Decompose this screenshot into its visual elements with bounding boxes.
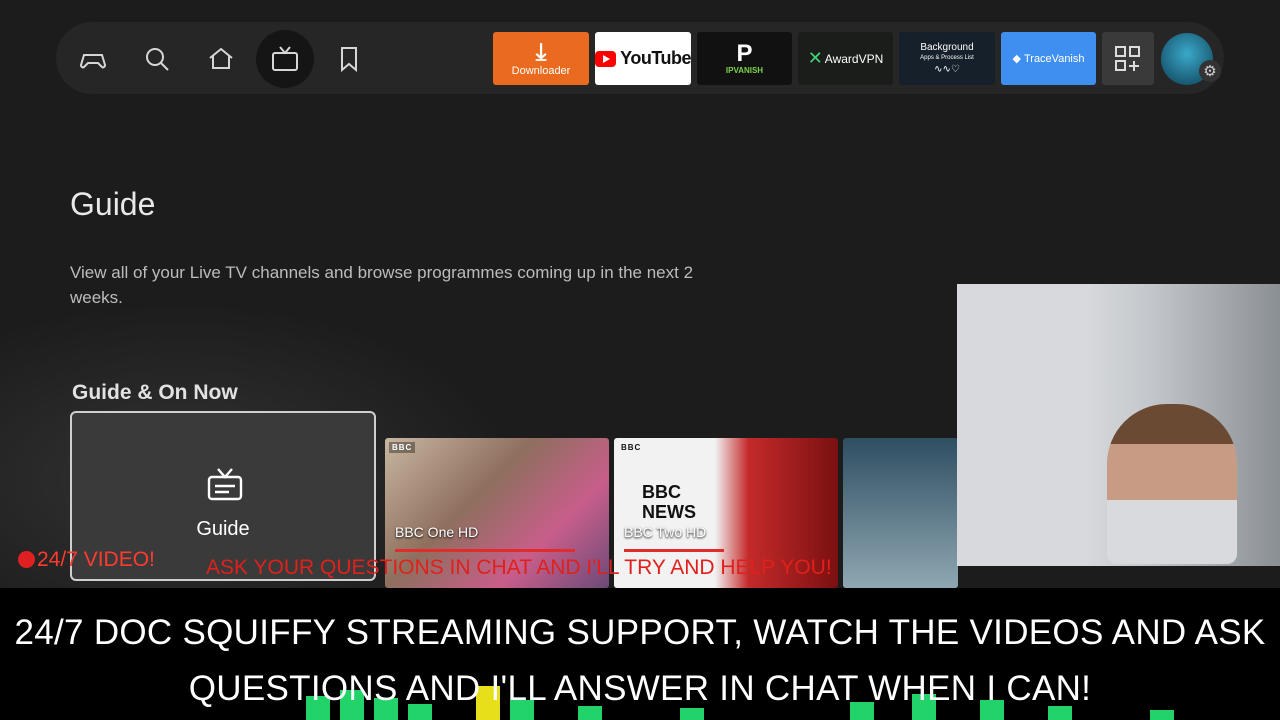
app-background-label: Background [920, 42, 974, 53]
downloader-logo-icon: ⤓ [535, 38, 547, 66]
app-tracevanish-label: TraceVanish [1023, 52, 1085, 65]
bookmark-icon [341, 47, 357, 73]
channel-progress-bar [395, 549, 575, 552]
live-tv-icon [272, 46, 298, 71]
settings-gear-icon[interactable]: ⚙ [1199, 60, 1221, 82]
app-tracevanish[interactable]: ◆ TraceVanish [1001, 32, 1096, 85]
app-youtube-label: YouTube [620, 48, 691, 68]
ipvanish-logo-icon: P [736, 40, 753, 67]
tracevanish-shield-icon: ◆ [1012, 53, 1021, 65]
heartbeat-icon: ∿∿♡ [934, 64, 960, 75]
youtube-play-icon [595, 50, 617, 67]
awardvpn-logo-icon: ✕ [807, 48, 823, 68]
bbc-logo: BBC [389, 442, 416, 453]
streamer-video [1107, 404, 1237, 564]
channel-progress-bar [624, 549, 724, 552]
app-background-apps[interactable]: Background Apps & Process List ∿∿♡ [899, 32, 995, 85]
channel-name: BBC Two HD [624, 524, 707, 540]
search-icon [146, 48, 169, 71]
apps-grid-icon [1115, 45, 1140, 71]
app-awardvpn[interactable]: ✕ AwardVPN [798, 32, 893, 85]
guide-card-label: Guide [196, 518, 250, 540]
bbc-logo: BBC [621, 443, 642, 452]
nav-games[interactable] [64, 30, 122, 88]
ticker-text: 24/7 DOC SQUIFFY STREAMING SUPPORT, WATC… [14, 613, 1266, 708]
channel-name: BBC One HD [395, 524, 479, 540]
gamepad-icon [79, 54, 107, 69]
ask-questions-banner: ASK YOUR QUESTIONS IN CHAT AND I'LL TRY … [206, 556, 832, 579]
all-apps-button[interactable] [1102, 32, 1154, 85]
page-title: Guide [70, 186, 156, 222]
app-downloader[interactable]: ⤓ Downloader [493, 32, 589, 85]
app-downloader-label: Downloader [511, 64, 571, 77]
section-title: Guide & On Now [72, 381, 238, 404]
record-dot-icon [18, 551, 35, 568]
channel-card-next[interactable] [843, 438, 958, 588]
app-youtube[interactable]: YouTube [595, 32, 691, 85]
live-tv-icon [207, 468, 243, 501]
nav-search[interactable] [128, 30, 186, 88]
live-badge: 24/7 VIDEO! [18, 548, 155, 572]
live-badge-text: 24/7 VIDEO! [37, 548, 155, 571]
home-icon [209, 47, 233, 69]
app-ipvanish-label: IPVANISH [725, 66, 764, 75]
webcam-overlay [957, 284, 1280, 566]
app-awardvpn-label: AwardVPN [824, 51, 884, 66]
bbc-news-logo: BBC NEWS [642, 482, 696, 522]
nav-home[interactable] [192, 30, 250, 88]
app-background-sublabel: Apps & Process List [920, 55, 974, 61]
app-ipvanish[interactable]: P IPVANISH [697, 32, 792, 85]
nav-watchlist[interactable] [320, 30, 378, 88]
nav-live-tv[interactable] [256, 30, 314, 88]
page-description: View all of your Live TV channels and br… [70, 263, 694, 307]
